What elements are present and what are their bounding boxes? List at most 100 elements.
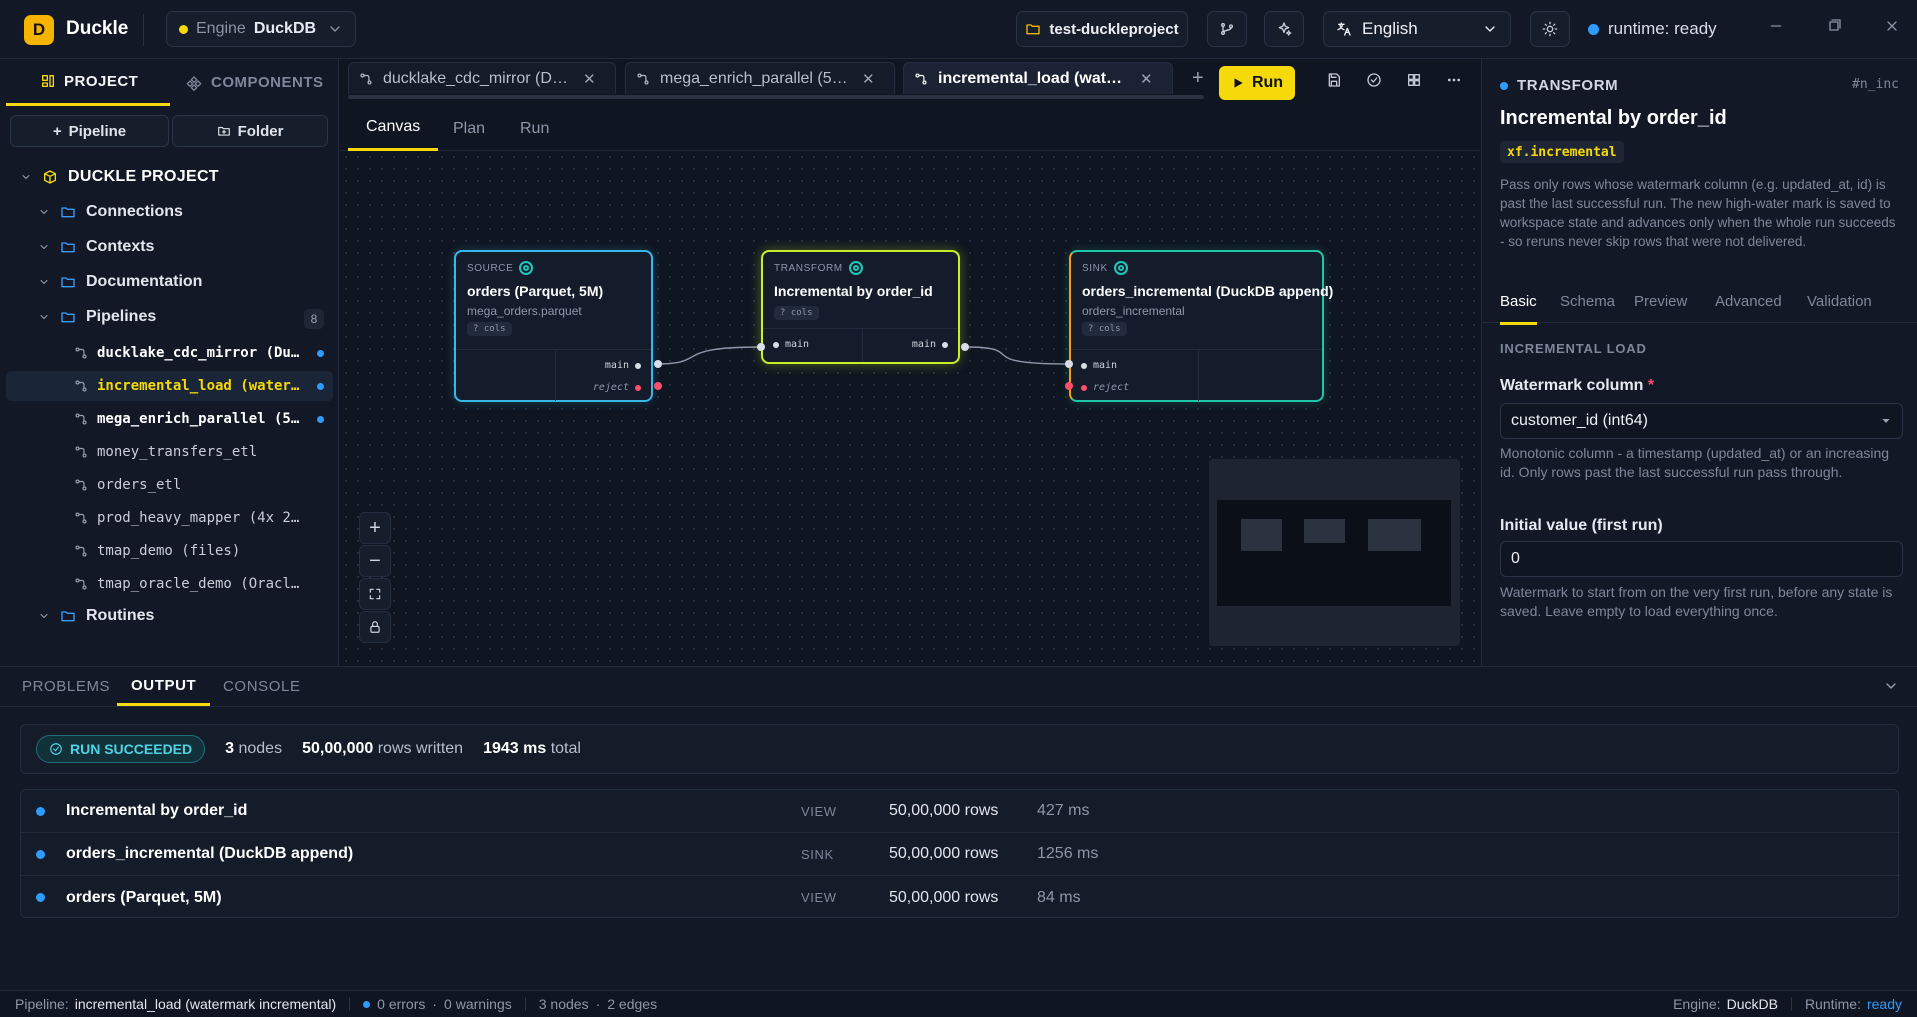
ai-assist-button[interactable]	[1264, 11, 1304, 47]
close-tab-icon[interactable]: ✕	[1140, 70, 1153, 88]
tab-output[interactable]: OUTPUT	[117, 667, 211, 706]
editor-tab[interactable]: ducklake_cdc_mirror (DuckLake CDC mirror…	[348, 62, 616, 94]
port-handle[interactable]	[961, 343, 969, 351]
port-handle[interactable]	[654, 360, 662, 368]
tab-preview[interactable]: Preview	[1634, 293, 1687, 310]
status-runtime-value: ready	[1866, 996, 1902, 1012]
run-label: Run	[1251, 74, 1284, 91]
tab-problems[interactable]: PROBLEMS	[22, 667, 110, 706]
folder-connections[interactable]: Connections	[38, 203, 183, 221]
watermark-column-select[interactable]: customer_id (int64)	[1500, 403, 1903, 439]
pipeline-item[interactable]: tmap_oracle_demo (Oracle lookups)	[6, 569, 333, 599]
fit-view-button[interactable]	[359, 578, 391, 610]
run-button[interactable]: Run	[1219, 66, 1295, 100]
folder-pipelines[interactable]: Pipelines	[38, 308, 156, 326]
zoom-in-button[interactable]: +	[359, 512, 391, 544]
node-sink[interactable]: SINK orders_incremental (DuckDB append) …	[1069, 250, 1333, 402]
folder-plus-icon	[217, 126, 230, 136]
editor-tab[interactable]: mega_enrich_parallel (5M, 3 lookups) ✕	[625, 62, 895, 94]
more-icon[interactable]	[1446, 72, 1462, 88]
engine-label: Engine	[196, 20, 246, 37]
output-port-main[interactable]: main	[912, 339, 948, 350]
app-name: Duckle	[66, 18, 129, 39]
pipeline-item-selected[interactable]: incremental_load (watermark incremental)	[6, 371, 333, 401]
tab-components[interactable]: COMPONENTS	[186, 59, 324, 106]
tab-advanced[interactable]: Advanced	[1715, 293, 1782, 310]
pipeline-item[interactable]: tmap_demo (files)	[6, 536, 333, 566]
project-root[interactable]: DUCKLE PROJECT	[20, 168, 219, 186]
tab-schema[interactable]: Schema	[1560, 293, 1615, 310]
target-icon	[848, 261, 863, 275]
layout-icon[interactable]	[1406, 72, 1422, 88]
minimap-viewport[interactable]	[1217, 500, 1451, 606]
save-icon[interactable]	[1326, 72, 1342, 88]
folder-label: Contexts	[86, 238, 155, 255]
pipeline-item[interactable]: orders_etl	[6, 470, 333, 500]
new-pipeline-button[interactable]: + Pipeline	[10, 115, 169, 147]
pipeline-item[interactable]: money_transfers_etl	[6, 437, 333, 467]
chevron-down-icon[interactable]	[1883, 678, 1899, 694]
project-button[interactable]: test-duckleproject	[1016, 11, 1188, 47]
section-heading: INCREMENTAL LOAD	[1500, 341, 1647, 356]
port-handle[interactable]	[654, 382, 662, 390]
node-title: Incremental by order_id	[774, 283, 933, 299]
status-warnings[interactable]: 0 warnings	[444, 996, 512, 1012]
tab-validation[interactable]: Validation	[1807, 293, 1872, 310]
pipeline-canvas[interactable]: SOURCE orders (Parquet, 5M) mega_orders.…	[340, 151, 1480, 666]
tab-console[interactable]: CONSOLE	[223, 667, 301, 706]
folder-icon	[61, 277, 75, 288]
tab-basic[interactable]: Basic	[1500, 293, 1537, 325]
tab-run[interactable]: Run	[520, 106, 549, 151]
folder-label: Connections	[86, 203, 183, 220]
folder-documentation[interactable]: Documentation	[38, 273, 202, 291]
lock-button[interactable]	[359, 611, 391, 643]
close-tab-icon[interactable]: ✕	[583, 70, 596, 88]
minimize-icon[interactable]	[1768, 18, 1784, 34]
input-port-main[interactable]: main	[1081, 360, 1117, 371]
tab-plan[interactable]: Plan	[453, 106, 485, 151]
pipeline-icon	[75, 479, 87, 491]
table-row[interactable]: orders_incremental (DuckDB append) SINK …	[21, 833, 1900, 876]
tab-canvas[interactable]: Canvas	[348, 106, 439, 151]
new-tab-button[interactable]: +	[1192, 67, 1204, 90]
git-branch-button[interactable]	[1207, 11, 1247, 47]
input-port-reject[interactable]: reject	[1081, 382, 1129, 393]
table-row[interactable]: orders (Parquet, 5M) VIEW 50,00,000 rows…	[21, 876, 1900, 919]
node-source[interactable]: SOURCE orders (Parquet, 5M) mega_orders.…	[454, 250, 653, 402]
pipeline-item[interactable]: mega_enrich_parallel (5M, 3 lookups)	[6, 404, 333, 434]
port-handle[interactable]	[1065, 382, 1073, 390]
node-transform[interactable]: TRANSFORM Incremental by order_id ? cols…	[761, 250, 960, 364]
new-pipeline-label: Pipeline	[68, 122, 127, 140]
port-handle[interactable]	[1065, 360, 1073, 368]
tab-project[interactable]: PROJECT	[6, 59, 170, 106]
output-port-main[interactable]: main	[605, 360, 641, 371]
engine-selector[interactable]: Engine DuckDB	[166, 11, 356, 47]
validate-icon[interactable]	[1366, 72, 1382, 88]
status-dot	[36, 849, 45, 859]
output-port-reject[interactable]: reject	[593, 382, 641, 393]
status-errors[interactable]: 0 errors	[377, 996, 425, 1012]
table-row[interactable]: Incremental by order_id VIEW 50,00,000 r…	[21, 790, 1900, 833]
zoom-out-button[interactable]: −	[359, 545, 391, 577]
close-icon[interactable]	[1884, 18, 1900, 34]
minimap[interactable]	[1209, 459, 1460, 646]
pipeline-item[interactable]: ducklake_cdc_mirror (DuckLake CDC mirror…	[6, 338, 333, 368]
pipeline-item[interactable]: prod_heavy_mapper (4x 2M: A...	[6, 503, 333, 533]
language-selector[interactable]: English	[1323, 11, 1511, 47]
input-port-main[interactable]: main	[773, 339, 809, 350]
folder-routines[interactable]: Routines	[38, 607, 154, 625]
port-handle[interactable]	[757, 343, 765, 351]
pipeline-label: orders_etl	[97, 477, 182, 493]
inspector-panel: TRANSFORM #n_inc Incremental by order_id…	[1481, 59, 1917, 666]
divider	[143, 14, 144, 46]
folder-open-icon	[61, 312, 75, 323]
editor-tab-active[interactable]: incremental_load (watermark incremental)…	[903, 62, 1173, 94]
result-kind: VIEW	[801, 890, 837, 905]
initial-value-input[interactable]: 0	[1500, 541, 1903, 577]
tabs-scrollbar[interactable]	[348, 95, 1204, 99]
close-tab-icon[interactable]: ✕	[862, 70, 875, 88]
new-folder-button[interactable]: Folder	[172, 115, 328, 147]
theme-toggle[interactable]	[1530, 11, 1570, 47]
folder-contexts[interactable]: Contexts	[38, 238, 154, 256]
maximize-icon[interactable]	[1826, 18, 1842, 34]
